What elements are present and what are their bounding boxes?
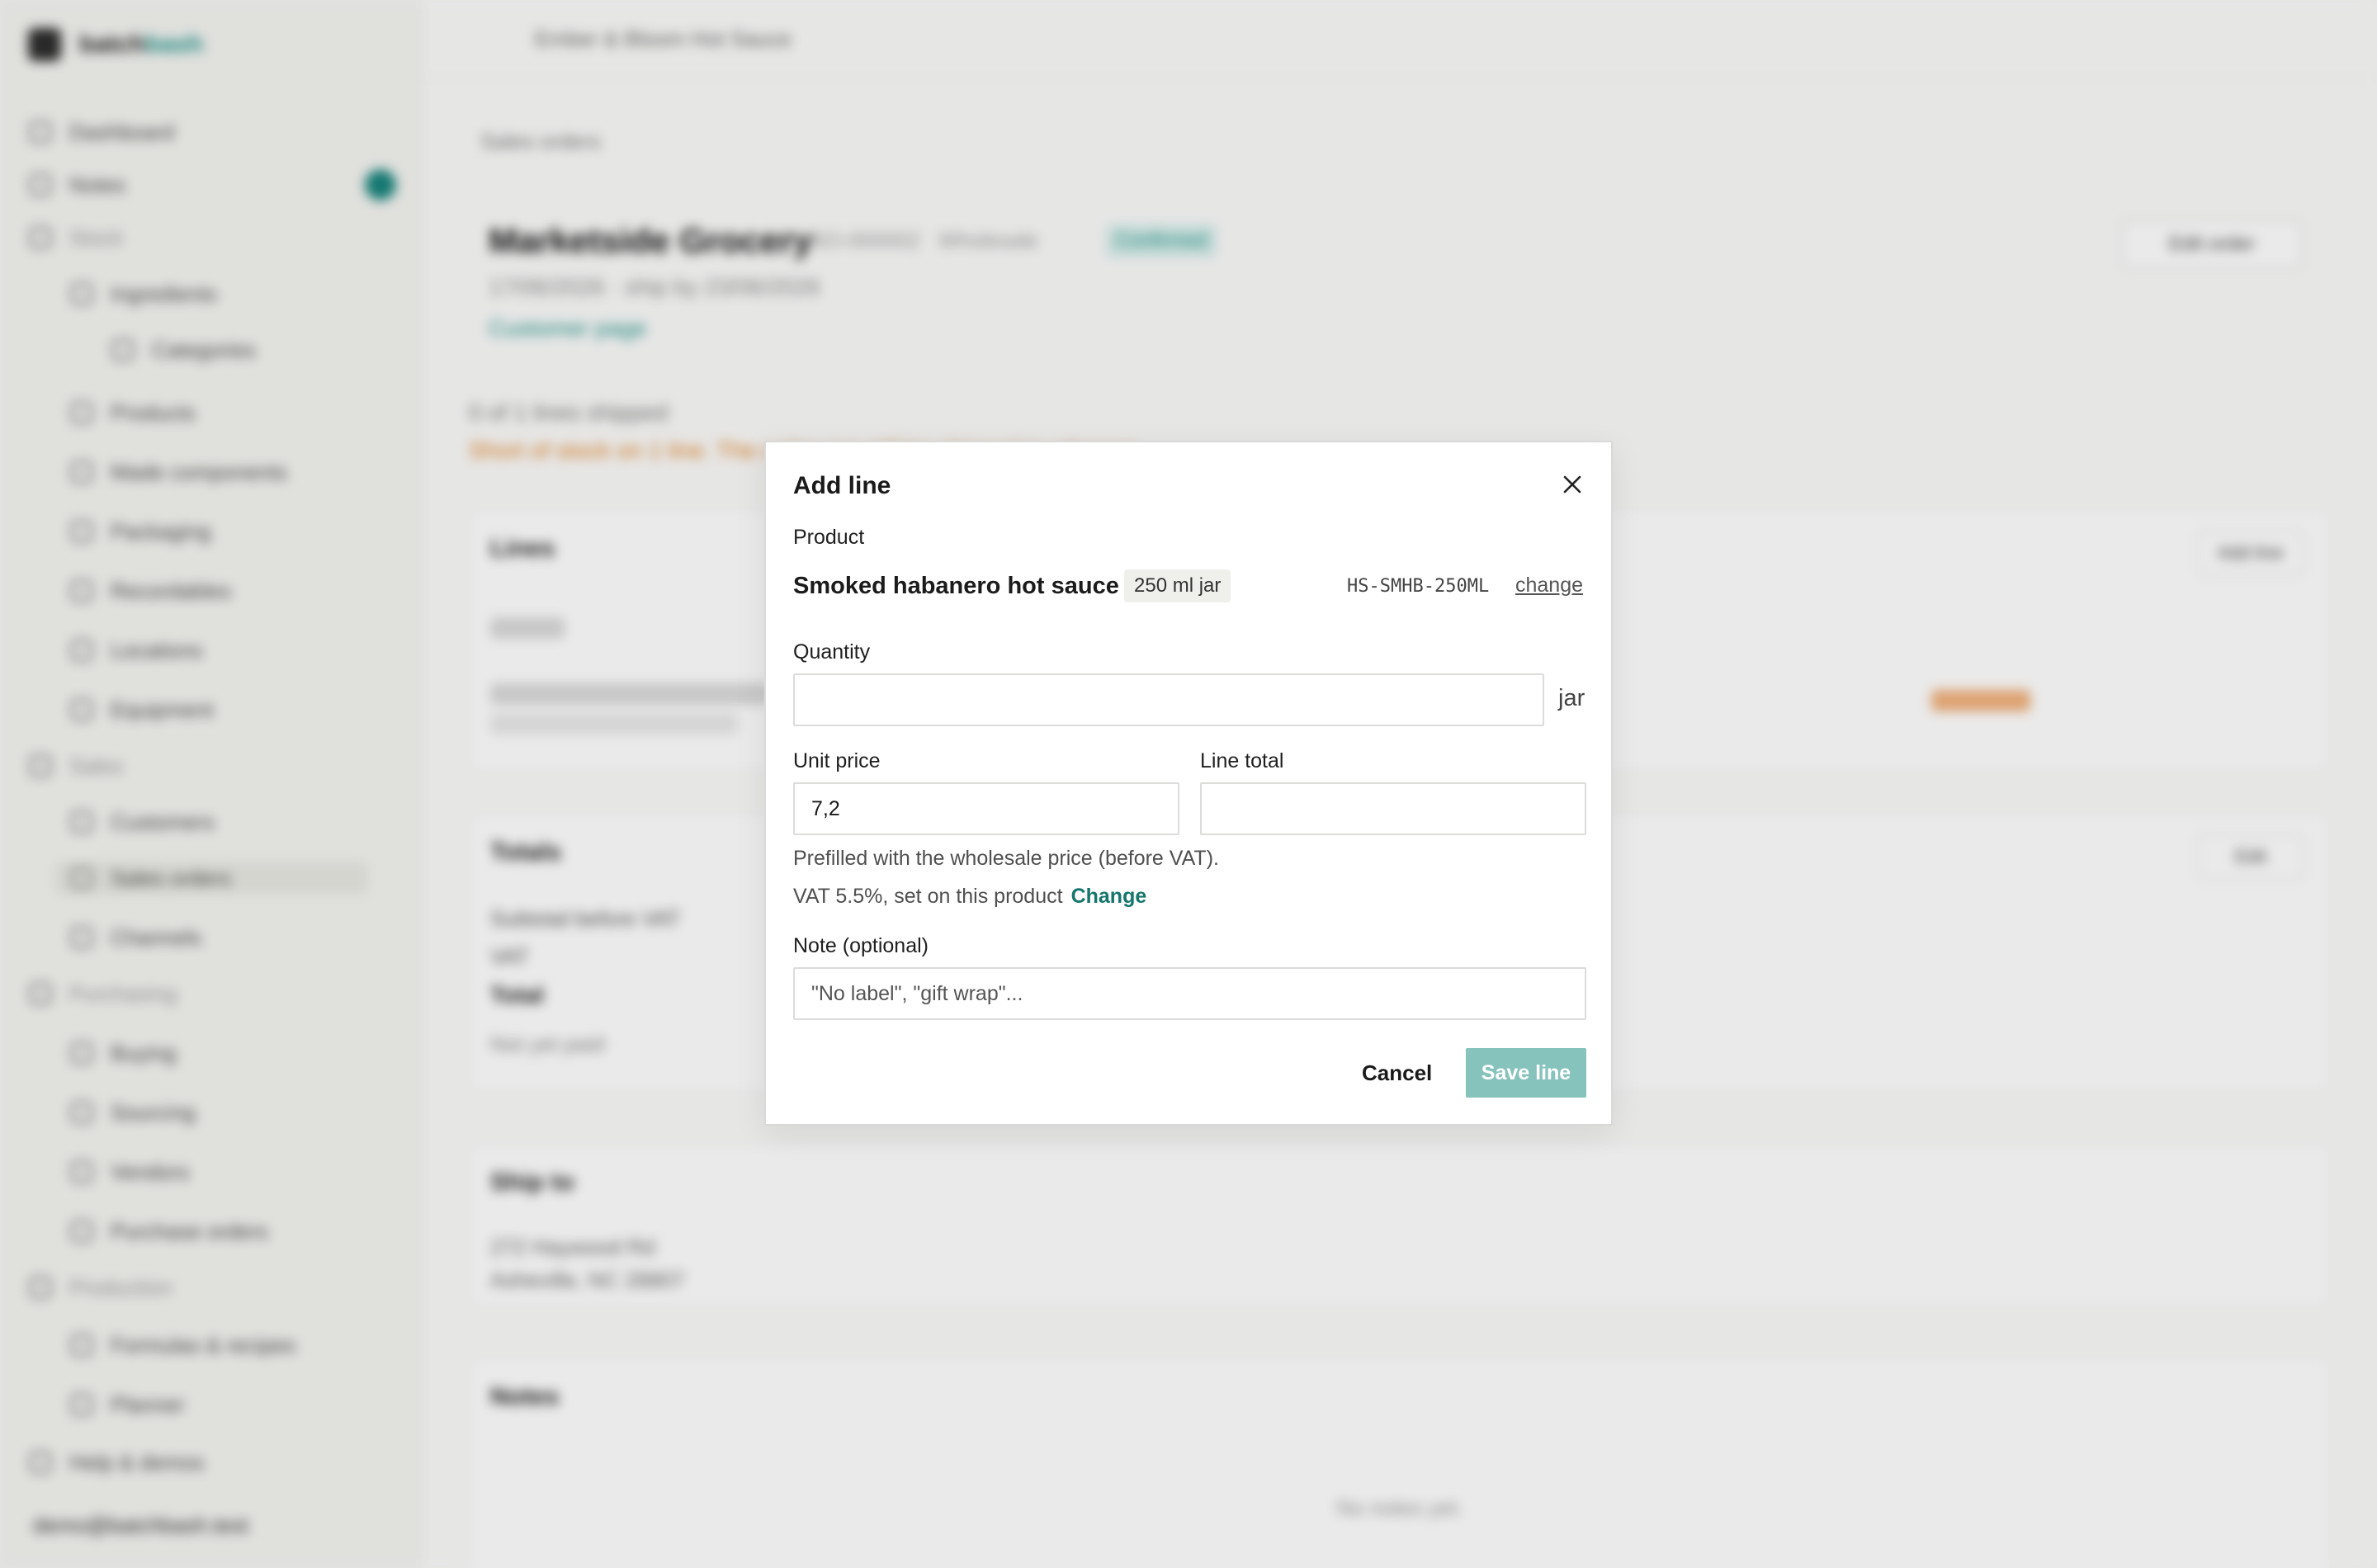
save-line-button[interactable]: Save line [1466, 1048, 1586, 1098]
product-name: Smoked habanero hot sauce [793, 573, 1119, 599]
vat-hint: VAT 5.5%, set on this product [793, 885, 1063, 908]
vat-hint-row: VAT 5.5%, set on this product Change [793, 885, 1146, 909]
quantity-input[interactable] [793, 673, 1544, 726]
product-sku: HS-SMHB-250ML [1347, 576, 1490, 597]
close-icon [1563, 475, 1581, 494]
unit-price-input[interactable] [793, 782, 1179, 835]
change-vat-link[interactable]: Change [1071, 885, 1147, 908]
quantity-label: Quantity [793, 640, 871, 664]
note-input[interactable] [793, 967, 1586, 1020]
screen: batchbash Dashboard Notes Stock Ingredie… [0, 0, 2377, 1568]
quantity-unit: jar [1558, 685, 1585, 711]
prefill-hint: Prefilled with the wholesale price (befo… [793, 847, 1219, 870]
cancel-button[interactable]: Cancel [1350, 1048, 1444, 1098]
line-total-input[interactable] [1200, 782, 1586, 835]
line-total-label: Line total [1200, 749, 1284, 772]
note-label: Note (optional) [793, 934, 929, 957]
unit-price-label: Unit price [793, 749, 881, 772]
change-product-link[interactable]: change [1515, 574, 1583, 597]
close-button[interactable] [1553, 465, 1591, 503]
add-line-dialog: Add line Product Smoked habanero hot sau… [764, 441, 1613, 1126]
product-size-badge: 250 ml jar [1124, 569, 1231, 602]
product-label: Product [793, 526, 865, 549]
dialog-title: Add line [793, 472, 891, 499]
